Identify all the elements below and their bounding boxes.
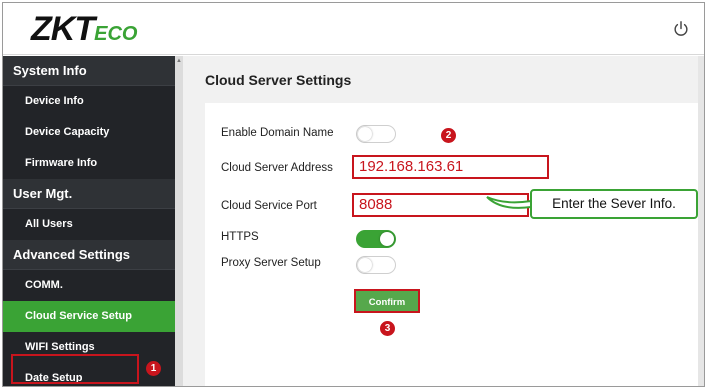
enable-domain-toggle[interactable] [356,125,396,143]
server-address-label: Cloud Server Address [221,162,333,174]
sidebar-group-system-info[interactable]: System Info [3,56,175,86]
service-port-label: Cloud Service Port [221,200,317,212]
scroll-up-arrow-icon[interactable]: ▲ [176,58,182,64]
sidebar-item-all-users[interactable]: All Users [3,209,175,240]
enable-domain-label: Enable Domain Name [221,127,334,139]
server-address-input[interactable]: 192.168.163.61 [352,155,549,179]
settings-panel: Enable Domain Name 2 Cloud Server Addres… [205,103,700,386]
toggle-knob [380,232,394,246]
toggle-knob [358,258,372,272]
proxy-server-toggle[interactable] [356,256,396,274]
main-content: Cloud Server Settings Enable Domain Name… [183,56,700,386]
https-toggle[interactable] [356,230,396,248]
annotation-badge-3: 3 [380,321,395,336]
annotation-badge-1: 1 [146,361,161,376]
proxy-server-label: Proxy Server Setup [221,257,321,269]
annotation-badge-2: 2 [441,128,456,143]
zkteco-logo: ZKTECO [31,10,138,48]
sidebar-item-comm[interactable]: COMM. [3,270,175,301]
confirm-button[interactable]: Confirm [354,289,420,313]
page-title: Cloud Server Settings [205,72,352,88]
sidebar-item-firmware-info[interactable]: Firmware Info [3,148,175,179]
sidebar-item-device-info[interactable]: Device Info [3,86,175,117]
callout-enter-server-info: Enter the Sever Info. [530,189,698,219]
sidebar-group-user-mgt[interactable]: User Mgt. [3,179,175,209]
callout-pointer [486,196,532,209]
toggle-knob [358,127,372,141]
power-icon[interactable] [672,20,690,38]
sidebar: System Info Device Info Device Capacity … [3,56,175,386]
sidebar-item-cloud-service-setup[interactable]: Cloud Service Setup [3,301,175,332]
sidebar-item-device-capacity[interactable]: Device Capacity [3,117,175,148]
top-bar: ZKTECO [3,3,704,55]
sidebar-scrollbar[interactable] [175,56,183,386]
content-scrollbar[interactable] [698,56,704,386]
annotation-highlight-cloud-service-setup [11,354,139,384]
sidebar-group-advanced-settings[interactable]: Advanced Settings [3,240,175,270]
https-label: HTTPS [221,231,259,243]
app-window: ZKTECO System Info Device Info Device Ca… [2,2,705,387]
